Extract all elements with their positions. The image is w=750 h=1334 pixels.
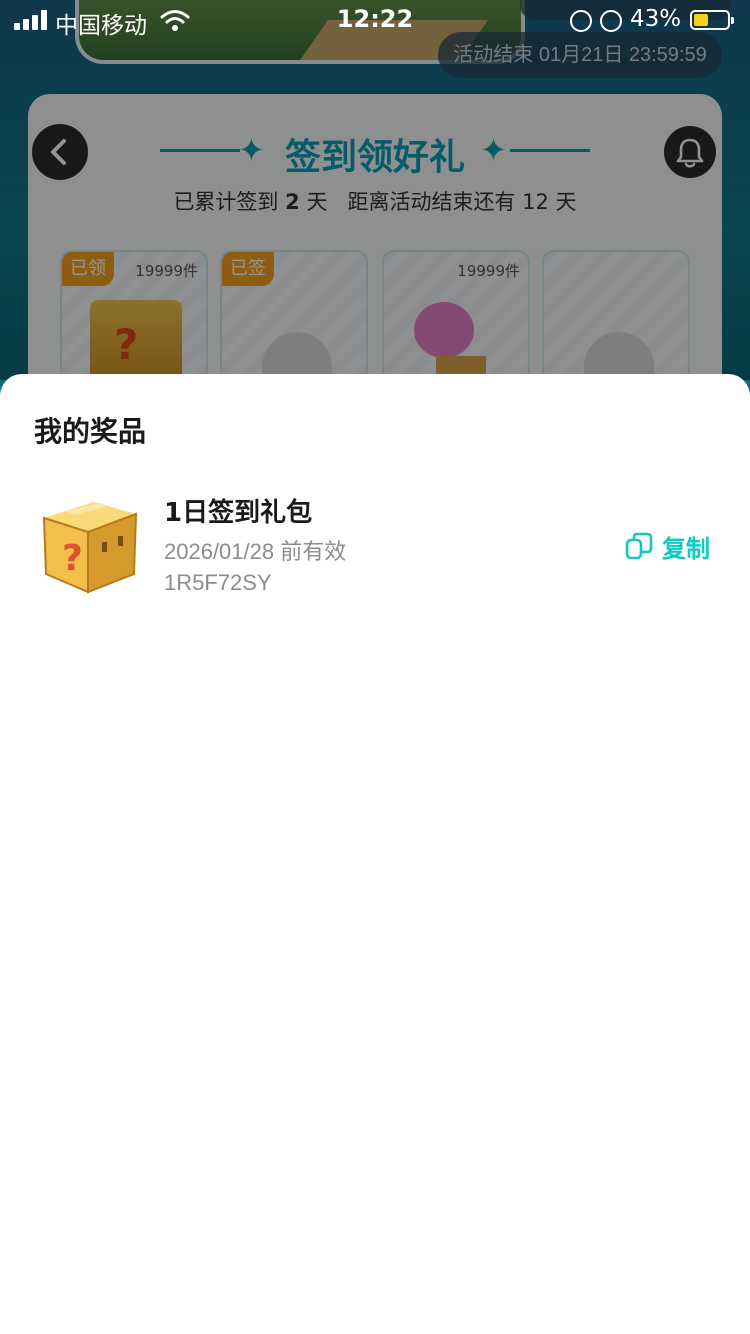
redeem-code: 1R5F72SY	[164, 570, 272, 595]
rotation-lock-icon	[570, 10, 592, 32]
copy-icon	[625, 532, 653, 560]
prize-expiry: 2026/01/28 前有效	[164, 539, 347, 564]
status-bar: 中国移动 12:22 43%	[0, 0, 750, 40]
alarm-icon	[600, 10, 622, 32]
gift-box-icon: ?	[42, 502, 138, 594]
battery-icon	[690, 10, 734, 30]
copy-label: 复制	[662, 534, 710, 563]
sheet-title: 我的奖品	[34, 415, 147, 448]
prize-name: 1日签到礼包	[164, 498, 313, 528]
svg-text:?: ?	[62, 538, 83, 579]
modal-overlay[interactable]	[0, 0, 750, 380]
prize-list-item: ? 1日签到礼包 2026/01/28 前有效 1R5F72SY 复制	[0, 478, 750, 606]
my-prizes-sheet: 我的奖品 ? 1日签到礼包 2026/01/28 前有效 1R5F72SY 复制	[0, 374, 750, 1334]
battery-percentage: 43%	[630, 6, 682, 32]
copy-code-button[interactable]: 复制	[624, 528, 710, 564]
